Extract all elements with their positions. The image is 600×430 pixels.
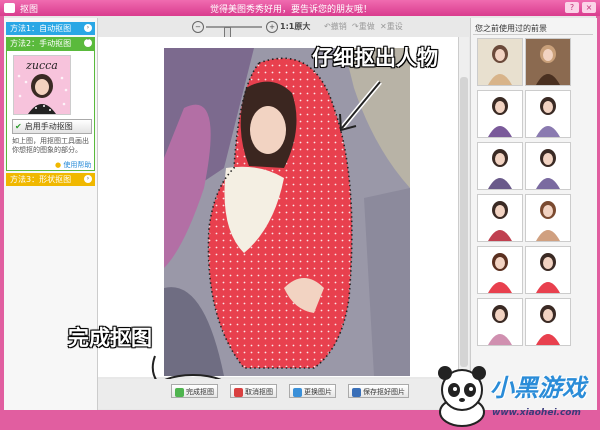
- foreground-figure-icon: [478, 143, 522, 189]
- finish-cutout-button[interactable]: 完成抠图: [171, 384, 218, 398]
- window-title: 抠图: [20, 5, 39, 15]
- redo-icon: ↷: [352, 22, 359, 31]
- foreground-thumbnail[interactable]: [477, 246, 523, 294]
- divider: [473, 34, 593, 35]
- foreground-figure-icon: [526, 195, 570, 241]
- foreground-thumbnail[interactable]: [477, 298, 523, 346]
- canvas-toolbar: − + 1:1原大 ↶撤销 ↷重做 ✕重设: [160, 21, 470, 38]
- lightbulb-icon: ●: [55, 161, 62, 169]
- save-image-button[interactable]: 保存抠好图片: [348, 384, 409, 398]
- checkmark-icon: [175, 387, 184, 397]
- foreground-thumbnail[interactable]: [477, 194, 523, 242]
- expand-arrow-icon: ›: [84, 175, 92, 183]
- redo-label: 重做: [358, 22, 375, 31]
- change-image-label: 更换图片: [304, 388, 332, 396]
- method-shape-label: 方法3：形状抠图: [10, 175, 72, 184]
- history-panel-title: 您之前使用过的前景: [475, 24, 547, 33]
- zoom-in-icon[interactable]: +: [266, 21, 278, 33]
- method-auto-label: 方法1：自动抠图: [10, 24, 72, 33]
- zoom-out-icon[interactable]: −: [192, 21, 204, 33]
- check-icon: ✔: [15, 122, 22, 131]
- original-size-button[interactable]: 1:1原大: [280, 21, 310, 32]
- foreground-figure-icon: [478, 247, 522, 293]
- watermark-logo-text: 小黑游戏: [490, 374, 586, 402]
- foreground-thumbnail[interactable]: [525, 298, 571, 346]
- foreground-figure-icon: [478, 299, 522, 345]
- foreground-figure-icon: [478, 195, 522, 241]
- foreground-thumbnail[interactable]: [477, 38, 523, 86]
- method-manual-label: 方法2：手动抠图: [10, 39, 72, 48]
- foreground-figure-icon: [526, 39, 570, 85]
- foreground-figure-icon: [526, 299, 570, 345]
- close-button[interactable]: ×: [582, 2, 596, 13]
- foreground-figure-icon: [478, 39, 522, 85]
- foreground-figure-icon: [526, 247, 570, 293]
- clear-icon: ✕: [380, 22, 387, 31]
- watermark-url: www.xiaohei.com: [492, 408, 581, 418]
- enable-manual-cutout-button[interactable]: ✔ 启用手动抠图: [12, 119, 92, 134]
- save-icon: [352, 387, 361, 397]
- foreground-figure-icon: [478, 91, 522, 137]
- foreground-thumbnail[interactable]: [525, 142, 571, 190]
- example-thumbnail: zucca: [13, 55, 71, 115]
- window-controls: ? ×: [565, 2, 596, 13]
- redo-button[interactable]: ↷重做: [352, 21, 375, 32]
- change-image-button[interactable]: 更换图片: [289, 384, 336, 398]
- hint-arrow-icon: [339, 80, 382, 132]
- help-link-label: 使用帮助: [63, 161, 92, 169]
- instruction-text: 如上图，用抠图工具画出你想抠的图象的部分。: [12, 137, 89, 154]
- cancel-icon: [234, 387, 243, 397]
- cutout-hint-annotation: 仔细抠出人物: [312, 46, 438, 70]
- foreground-figure-icon: [526, 143, 570, 189]
- method-auto-cutout[interactable]: 方法1：自动抠图 ›: [6, 22, 95, 35]
- vertical-scrollbar[interactable]: [458, 37, 469, 377]
- enable-manual-label: 启用手动抠图: [24, 122, 73, 131]
- cancel-cutout-button[interactable]: 取消抠图: [230, 384, 277, 398]
- expand-arrow-icon: ›: [84, 24, 92, 32]
- undo-button[interactable]: ↶撤销: [324, 21, 347, 32]
- foreground-thumbnail[interactable]: [477, 90, 523, 138]
- help-link[interactable]: ● 使用帮助: [55, 160, 91, 170]
- foreground-history-panel: 您之前使用过的前景: [470, 18, 597, 410]
- undo-icon: ↶: [324, 22, 331, 31]
- title-bar: 抠图 觉得美图秀秀好用，要告诉您的朋友哦！ ? ×: [0, 0, 600, 16]
- help-button[interactable]: ?: [565, 2, 579, 13]
- cancel-cutout-label: 取消抠图: [245, 388, 273, 396]
- finish-cutout-label: 完成抠图: [186, 388, 214, 396]
- clear-label: 重设: [386, 22, 403, 31]
- panda-mascot-icon: [438, 366, 486, 427]
- method-manual-cutout[interactable]: 方法2：手动抠图 ˇ: [6, 37, 95, 50]
- finish-hint-annotation: 完成抠图: [68, 326, 152, 350]
- collapse-arrow-icon: ˇ: [84, 39, 92, 47]
- foreground-figure-icon: [526, 91, 570, 137]
- example-thumbnail-image: zucca: [14, 56, 70, 114]
- zoom-slider[interactable]: [206, 26, 262, 38]
- foreground-thumbnail[interactable]: [477, 142, 523, 190]
- method-shape-cutout[interactable]: 方法3：形状抠图 ›: [6, 173, 95, 186]
- app-icon: [4, 3, 15, 13]
- save-image-label: 保存抠好图片: [363, 388, 405, 396]
- foreground-thumbnail[interactable]: [525, 246, 571, 294]
- foreground-thumbnail[interactable]: [525, 90, 571, 138]
- watermark-logo: 小黑游戏 www.xiaohei.com: [410, 360, 600, 430]
- scroll-thumb[interactable]: [460, 77, 468, 367]
- foreground-thumbnail[interactable]: [525, 194, 571, 242]
- title-slogan: 觉得美图秀秀好用，要告诉您的朋友哦！: [210, 5, 373, 15]
- clear-button[interactable]: ✕重设: [380, 21, 403, 32]
- undo-label: 撤销: [330, 22, 347, 31]
- manual-cutout-section: zucca ✔ 启用手动抠图 如上图，用抠图工具画出你想抠的图象的部分。 ● 使用…: [6, 50, 95, 171]
- foreground-thumbnail[interactable]: [525, 38, 571, 86]
- thumb-brand-text: zucca: [25, 59, 58, 72]
- image-icon: [293, 387, 302, 397]
